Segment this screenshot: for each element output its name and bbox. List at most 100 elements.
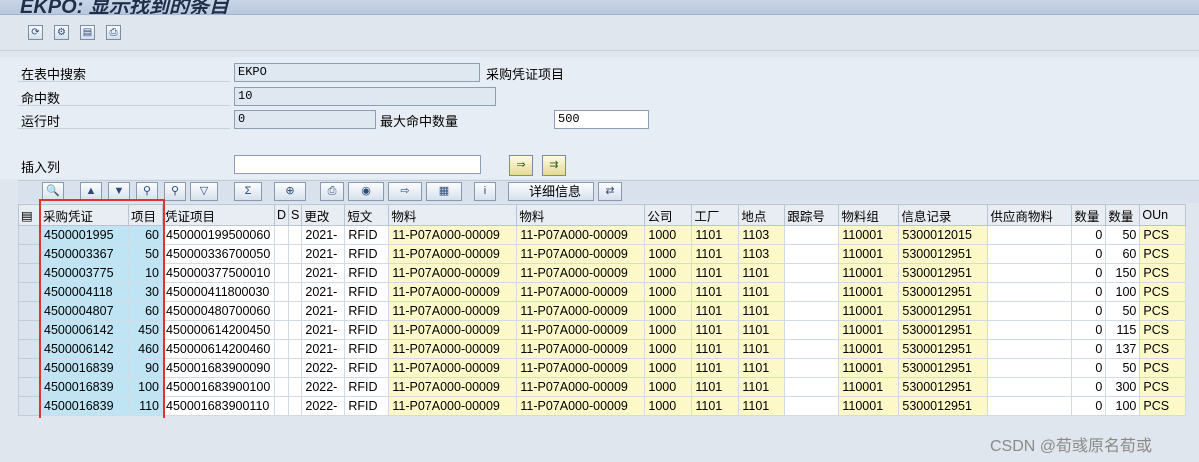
filter-settings-icon[interactable]: ⚙ xyxy=(54,25,69,40)
row-selector[interactable] xyxy=(18,358,41,378)
table-cell: 2022- xyxy=(301,396,346,416)
table-cell xyxy=(273,263,290,283)
column-header[interactable]: 供应商物料 xyxy=(987,204,1073,226)
table-cell: 11-P07A000-00009 xyxy=(516,301,646,321)
table-cell: 1000 xyxy=(644,358,693,378)
find-next-icon[interactable]: ⚲ xyxy=(164,182,186,201)
table-row[interactable]: 4500004118 30 450000411800030 2021- RFID 11-P… xyxy=(18,282,1187,302)
layout-icon[interactable]: ▦ xyxy=(426,182,462,201)
refresh-icon[interactable]: ⟳ xyxy=(28,25,43,40)
insert-all-columns-button[interactable]: ⇉ xyxy=(542,155,566,176)
table-cell: 1101 xyxy=(738,320,786,340)
column-header[interactable]: 工厂 xyxy=(691,204,740,226)
max-hits-input[interactable]: 500 xyxy=(554,110,649,129)
table-cell: 450000199500060 xyxy=(162,225,275,245)
row-selector[interactable] xyxy=(18,225,41,245)
table-cell: 110001 xyxy=(838,339,900,359)
table-cell: 11-P07A000-00009 xyxy=(388,339,518,359)
row-selector[interactable] xyxy=(18,244,41,264)
table-cell: 11-P07A000-00009 xyxy=(388,263,518,283)
table-cell xyxy=(784,339,840,359)
table-cell: 110001 xyxy=(838,225,900,245)
table-cell: 1101 xyxy=(738,282,786,302)
sum-icon[interactable]: Σ xyxy=(234,182,262,201)
table-cell: PCS xyxy=(1139,339,1187,359)
search-table-label: 在表中搜索 xyxy=(21,67,87,82)
row-selector[interactable] xyxy=(18,377,41,397)
table-row[interactable]: 4500001995 60 450000199500060 2021- RFID 11-P… xyxy=(18,225,1187,245)
column-header[interactable]: S xyxy=(288,204,303,226)
column-header[interactable]: 地点 xyxy=(738,204,786,226)
table-cell xyxy=(784,320,840,340)
table-cell: 450000480700060 xyxy=(162,301,275,321)
table-row[interactable]: 4500006142 450 450000614200450 2021- RFID 11-… xyxy=(18,320,1187,340)
table-cell: 1101 xyxy=(691,396,740,416)
column-header[interactable]: D xyxy=(273,204,290,226)
table-row[interactable]: 4500006142 460 450000614200460 2021- RFID 11-… xyxy=(18,339,1187,359)
insert-column-button[interactable]: ⇒ xyxy=(509,155,533,176)
table-cell: 110001 xyxy=(838,263,900,283)
table-cell: 2021- xyxy=(301,301,346,321)
table-cell xyxy=(784,282,840,302)
column-header[interactable]: 更改 xyxy=(301,204,346,226)
export-icon[interactable]: ⇨ xyxy=(388,182,422,201)
table-cell: 0 xyxy=(1071,263,1107,283)
select-all-icon[interactable]: ▤ xyxy=(18,204,41,226)
column-header[interactable]: 凭证项目 xyxy=(162,204,275,226)
table-name-field: EKPO xyxy=(234,63,480,82)
table-cell xyxy=(987,358,1073,378)
table-row[interactable]: 4500003775 10 450000377500010 2021- RFID 11-P… xyxy=(18,263,1187,283)
column-header[interactable]: 跟踪号 xyxy=(784,204,840,226)
table-cell xyxy=(288,282,303,302)
select-icon[interactable]: ▤ xyxy=(80,25,95,40)
table-cell xyxy=(987,301,1073,321)
where-used-icon[interactable]: ⇄ xyxy=(598,182,622,201)
table-cell: 450001683900100 xyxy=(162,377,275,397)
row-selector[interactable] xyxy=(18,320,41,340)
row-selector[interactable] xyxy=(18,339,41,359)
column-header[interactable]: 短文 xyxy=(344,204,390,226)
table-cell xyxy=(987,339,1073,359)
table-row[interactable]: 4500016839 90 450001683900090 2022- RFID 11-P… xyxy=(18,358,1187,378)
row-selector[interactable] xyxy=(18,263,41,283)
subtotal-icon[interactable]: ⊕ xyxy=(274,182,306,201)
column-header[interactable]: 数量 xyxy=(1105,204,1141,226)
print-icon[interactable]: ⎙ xyxy=(106,25,121,40)
table-cell xyxy=(987,320,1073,340)
insert-column-input[interactable] xyxy=(234,155,481,174)
column-header[interactable]: 物料 xyxy=(388,204,518,226)
filter-icon[interactable]: ▽ xyxy=(190,182,218,201)
row-selector[interactable] xyxy=(18,282,41,302)
print-preview-icon[interactable]: ⎙ xyxy=(320,182,344,201)
table-row[interactable]: 4500016839 100 450001683900100 2022- RFID 11-… xyxy=(18,377,1187,397)
table-row[interactable]: 4500003367 50 450000336700050 2021- RFID 11-P… xyxy=(18,244,1187,264)
info-icon[interactable]: i xyxy=(474,182,496,201)
table-cell: 110001 xyxy=(838,377,900,397)
column-header[interactable]: 物料组 xyxy=(838,204,900,226)
views-icon[interactable]: ◉ xyxy=(348,182,384,201)
table-cell xyxy=(288,301,303,321)
table-row[interactable]: 4500004807 60 450000480700060 2021- RFID 11-P… xyxy=(18,301,1187,321)
table-row[interactable]: 4500016839 110 450001683900110 2022- RFID 11-… xyxy=(18,396,1187,416)
table-cell: 2021- xyxy=(301,339,346,359)
table-cell: 50 xyxy=(1105,225,1141,245)
table-cell: 450001683900110 xyxy=(162,396,275,416)
row-selector[interactable] xyxy=(18,301,41,321)
table-cell: 110001 xyxy=(838,396,900,416)
table-cell: 1000 xyxy=(644,263,693,283)
results-grid: ▤ 采购凭证 项目 凭证项目 D S 更改 短文 物料 物料 公司 工厂 地点 跟踪号 物料组 信息记录 供应商… xyxy=(18,204,1187,416)
column-header[interactable]: OUn xyxy=(1139,204,1187,226)
table-cell: 110001 xyxy=(838,282,900,302)
column-header[interactable]: 公司 xyxy=(644,204,693,226)
column-header[interactable]: 数量 xyxy=(1071,204,1107,226)
table-cell: 1101 xyxy=(691,263,740,283)
detail-info-button[interactable]: 详细信息 xyxy=(508,182,594,201)
column-header[interactable]: 物料 xyxy=(516,204,646,226)
table-cell: 11-P07A000-00009 xyxy=(388,244,518,264)
table-cell xyxy=(987,282,1073,302)
row-selector[interactable] xyxy=(18,396,41,416)
column-header[interactable]: 信息记录 xyxy=(898,204,989,226)
table-cell: 1000 xyxy=(644,301,693,321)
table-cell xyxy=(273,225,290,245)
table-cell xyxy=(288,396,303,416)
